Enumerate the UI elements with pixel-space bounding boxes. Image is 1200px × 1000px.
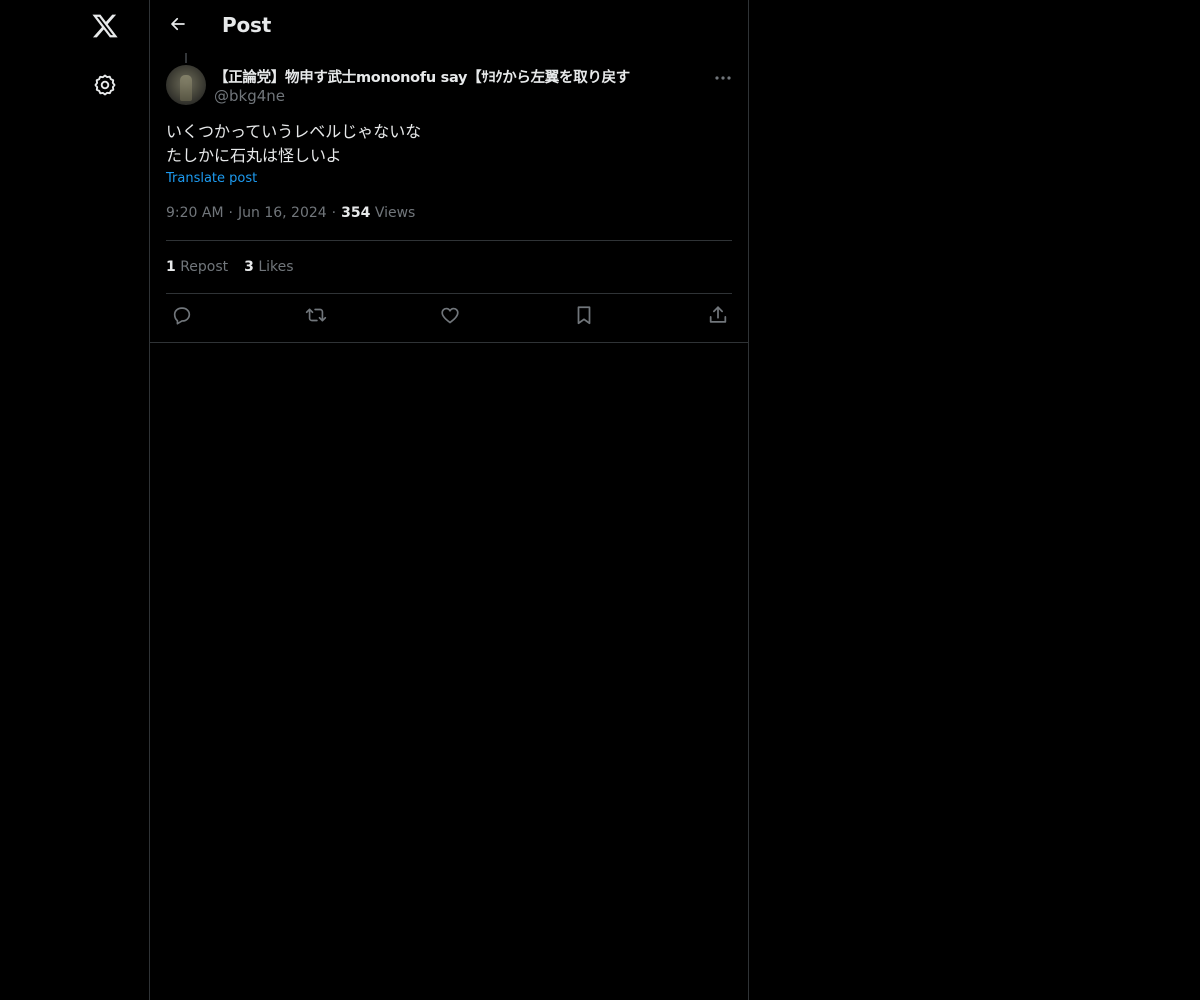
likes-stat[interactable]: 3 Likes	[244, 259, 293, 275]
like-button[interactable]	[435, 303, 465, 331]
post-time[interactable]: 9:20 AM	[166, 205, 224, 221]
post-text-line: いくつかっていうレベルじゃないな	[166, 122, 422, 141]
author-display-name[interactable]: 【正論党】物申す武士mononofu say【ｻﾖｸから左翼を取り戻す	[214, 66, 630, 87]
post-date[interactable]: Jun 16, 2024	[238, 205, 327, 221]
left-nav	[0, 0, 149, 1000]
gear-icon	[93, 73, 117, 101]
views-label: Views	[374, 205, 416, 221]
settings-button[interactable]	[85, 67, 125, 107]
repost-icon	[305, 304, 327, 330]
reply-button[interactable]	[167, 303, 197, 331]
heart-icon	[439, 304, 461, 330]
post-meta: 9:20 AM · Jun 16, 2024 · 354 Views	[166, 205, 415, 221]
app-root: Post 【正論党】物申す武士mononofu say【ｻﾖｸから左翼を取り戻す…	[0, 0, 1200, 1000]
x-logo-icon	[91, 12, 119, 44]
translate-post-link[interactable]: Translate post	[166, 171, 257, 186]
likes-count: 3	[244, 259, 254, 275]
share-button[interactable]	[703, 303, 733, 331]
views-count: 354	[341, 205, 371, 221]
main-column: Post 【正論党】物申す武士mononofu say【ｻﾖｸから左翼を取り戻す…	[149, 0, 749, 1000]
post-stats: 1 Repost 3 Likes	[166, 259, 310, 275]
page-title: Post	[222, 13, 272, 37]
post-text: いくつかっていうレベルじゃないな たしかに石丸は怪しいよ	[166, 120, 421, 168]
reposts-label: Repost	[180, 259, 229, 275]
reposts-count: 1	[166, 259, 176, 275]
avatar-figure	[180, 75, 192, 101]
reply-icon	[171, 304, 193, 330]
post-text-line: たしかに石丸は怪しいよ	[166, 146, 342, 165]
post-header: Post	[150, 0, 748, 54]
divider	[166, 240, 732, 241]
reposts-stat[interactable]: 1 Repost	[166, 259, 228, 275]
share-icon	[707, 304, 729, 330]
divider	[166, 293, 732, 294]
back-button[interactable]	[160, 8, 196, 44]
bookmark-button[interactable]	[569, 303, 599, 331]
author-handle[interactable]: @bkg4ne	[214, 87, 285, 105]
post-actions	[166, 303, 732, 331]
more-options-button[interactable]	[708, 62, 738, 88]
arrow-left-icon	[169, 15, 187, 37]
avatar[interactable]	[166, 65, 206, 105]
x-logo-button[interactable]	[85, 8, 125, 48]
separator-dot: ·	[331, 205, 337, 221]
more-horizontal-icon	[714, 66, 732, 85]
likes-label: Likes	[258, 259, 294, 275]
bookmark-icon	[573, 304, 595, 330]
separator-dot: ·	[228, 205, 233, 221]
repost-button[interactable]	[301, 303, 331, 331]
post: 【正論党】物申す武士mononofu say【ｻﾖｸから左翼を取り戻す @bkg…	[150, 54, 748, 343]
